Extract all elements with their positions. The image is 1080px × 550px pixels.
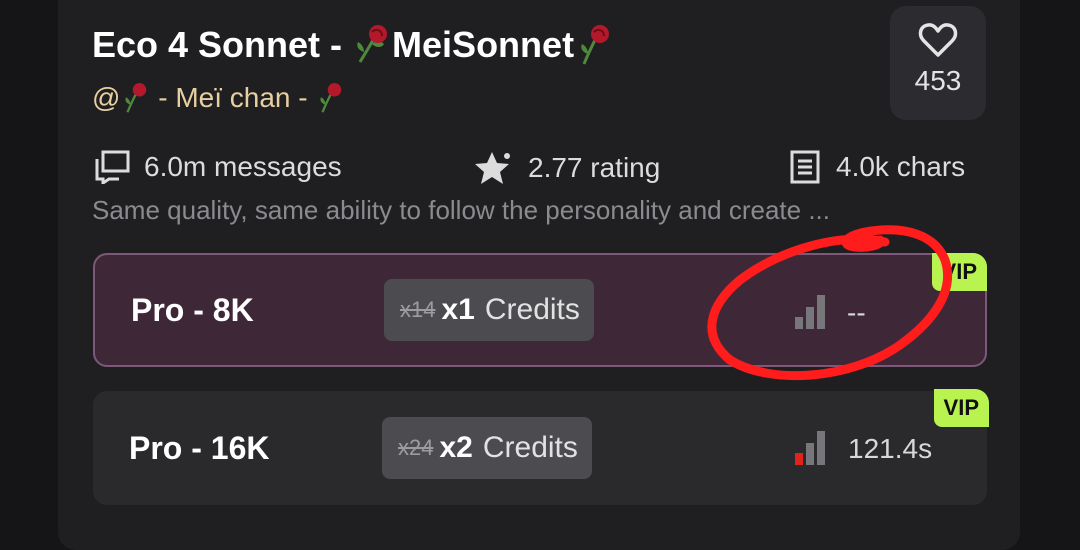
bot-description: Same quality, same ability to follow the… <box>92 195 831 225</box>
stat-messages: 6.0m messages <box>94 150 342 184</box>
signal-bars-icon <box>795 431 825 465</box>
document-icon <box>790 150 820 184</box>
model-name: Pro - 16K <box>129 429 270 466</box>
vip-badge: VIP <box>931 253 987 291</box>
rose-icon <box>320 83 342 113</box>
author-name: - Meï chan - <box>150 82 316 113</box>
rating-value: 2.77 rating <box>528 152 661 183</box>
chat-icon <box>95 150 130 184</box>
messages-count: 6.0m messages <box>144 151 342 182</box>
vip-badge: VIP <box>933 389 989 427</box>
signal-bars-icon <box>795 295 825 329</box>
latency: -- <box>847 297 866 328</box>
like-button[interactable]: 453 <box>890 6 986 120</box>
model-name: Pro - 8K <box>131 291 254 328</box>
title-prefix: Eco 4 Sonnet - <box>92 24 353 65</box>
bot-title: Eco 4 Sonnet - MeiSonnet <box>92 22 614 68</box>
stat-rating: 2.77 rating <box>474 150 660 186</box>
credit-unit: Credits <box>482 431 578 464</box>
stat-chars: 4.0k chars <box>788 150 965 184</box>
author-at: @ <box>92 82 121 113</box>
rose-icon <box>125 83 147 113</box>
credit-multiplier: x1 <box>441 293 475 326</box>
chars-count: 4.0k chars <box>836 151 966 182</box>
old-price: x24 <box>398 435 434 460</box>
credits-badge: x24 x2 Credits <box>382 417 592 479</box>
old-price: x14 <box>400 297 436 322</box>
credits-badge: x14 x1 Credits <box>384 279 594 341</box>
credit-unit: Credits <box>484 293 580 326</box>
model-option-pro-16k[interactable]: Pro - 16K x24 x2 Credits 121.4s VIP <box>93 389 989 505</box>
model-option-pro-8k[interactable]: Pro - 8K x14 x1 Credits -- VIP <box>93 253 987 367</box>
star-icon <box>475 152 510 184</box>
title-name: MeiSonnet <box>392 24 575 65</box>
like-count: 453 <box>914 65 962 96</box>
latency: 121.4s <box>848 433 933 464</box>
heart-icon <box>918 23 958 57</box>
author-link[interactable]: @ - Meï chan - <box>92 80 345 116</box>
credit-multiplier: x2 <box>439 431 473 464</box>
rose-icon <box>357 25 388 63</box>
rose-icon <box>581 25 610 65</box>
